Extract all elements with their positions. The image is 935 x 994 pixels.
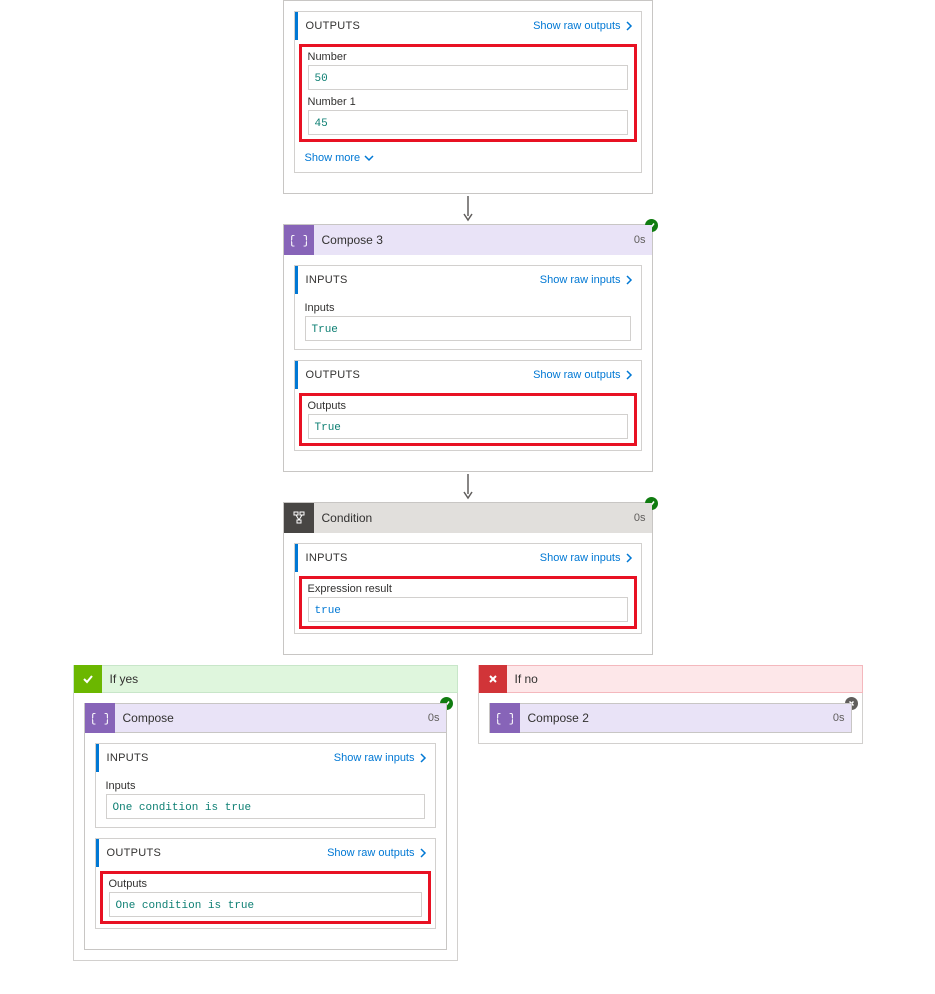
show-raw-outputs-link[interactable]: Show raw outputs	[533, 20, 632, 32]
compose2-card: { } Compose 2 0s	[489, 703, 852, 733]
field-label: Number 1	[308, 96, 628, 108]
action-duration: 0s	[833, 712, 845, 724]
inputs-panel-title: INPUTS	[306, 274, 540, 286]
show-raw-inputs-link[interactable]: Show raw inputs	[540, 274, 633, 286]
svg-text:{ }: { }	[92, 712, 108, 726]
highlighted-region: Expression result true	[299, 576, 637, 629]
inputs-panel-title: INPUTS	[107, 752, 334, 764]
show-raw-outputs-link[interactable]: Show raw outputs	[327, 847, 426, 859]
inputs-panel: INPUTS Show raw inputs Inputs True	[294, 265, 642, 350]
outputs-panel-title: OUTPUTS	[107, 847, 328, 859]
branch-label: If no	[507, 672, 538, 686]
if-no-header[interactable]: If no	[478, 665, 863, 693]
svg-text:{ }: { }	[291, 234, 307, 248]
outputs-panel: OUTPUTS Show raw outputs Number 50 Numbe…	[294, 11, 642, 173]
field-value: One condition is true	[116, 900, 255, 912]
compose-card: { } Compose 0s INPUTS Show raw inputs	[84, 703, 447, 950]
field-value: True	[315, 422, 341, 434]
field-label: Inputs	[305, 302, 631, 314]
field-value: true	[315, 605, 341, 617]
chevron-right-icon	[625, 370, 633, 380]
chevron-right-icon	[625, 275, 633, 285]
field-value: One condition is true	[113, 802, 252, 814]
action-title: Compose 3	[314, 233, 652, 247]
svg-text:{ }: { }	[497, 712, 513, 726]
chevron-down-icon	[364, 154, 374, 162]
chevron-right-icon	[625, 553, 633, 563]
show-raw-inputs-link[interactable]: Show raw inputs	[334, 752, 427, 764]
if-yes-branch: If yes { } Compose 0s INPUTS	[73, 665, 458, 961]
highlighted-region: Number 50 Number 1 45	[299, 44, 637, 142]
compose3-header[interactable]: { } Compose 3 0s	[284, 225, 652, 255]
outputs-panel: OUTPUTS Show raw outputs Outputs One con…	[95, 838, 436, 929]
outputs-panel-title: OUTPUTS	[306, 369, 534, 381]
inputs-panel-title: INPUTS	[306, 552, 540, 564]
show-raw-inputs-link[interactable]: Show raw inputs	[540, 552, 633, 564]
compose-icon: { }	[85, 703, 115, 733]
chevron-right-icon	[419, 848, 427, 858]
field-value: 50	[315, 73, 328, 85]
outputs-panel-title: OUTPUTS	[306, 20, 534, 32]
if-yes-header[interactable]: If yes	[73, 665, 458, 693]
action-title: Compose	[115, 711, 446, 725]
compose-icon: { }	[284, 225, 314, 255]
close-icon	[479, 665, 507, 693]
chevron-right-icon	[419, 753, 427, 763]
inputs-panel: INPUTS Show raw inputs Inputs One condit…	[95, 743, 436, 828]
action-title: Compose 2	[520, 711, 851, 725]
field-label: Number	[308, 51, 628, 63]
field-label: Inputs	[106, 780, 425, 792]
action-duration: 0s	[428, 712, 440, 724]
outputs-panel: OUTPUTS Show raw outputs Outputs True	[294, 360, 642, 451]
show-raw-outputs-link[interactable]: Show raw outputs	[533, 369, 632, 381]
flow-arrow-icon	[283, 194, 653, 224]
chevron-right-icon	[625, 21, 633, 31]
field-label: Expression result	[308, 583, 628, 595]
action-title: Condition	[314, 511, 652, 525]
compose3-card: { } Compose 3 0s INPUTS Show raw inputs …	[283, 224, 653, 472]
field-label: Outputs	[308, 400, 628, 412]
check-icon	[74, 665, 102, 693]
flow-arrow-icon	[283, 472, 653, 502]
condition-header[interactable]: Condition 0s	[284, 503, 652, 533]
field-value: True	[312, 324, 338, 336]
condition-card: Condition 0s INPUTS Show raw inputs Expr…	[283, 502, 653, 655]
highlighted-region: Outputs True	[299, 393, 637, 446]
show-more-link[interactable]: Show more	[305, 148, 375, 164]
compose-icon: { }	[490, 703, 520, 733]
condition-icon	[284, 503, 314, 533]
compose2-header[interactable]: { } Compose 2 0s	[489, 703, 852, 733]
compose-header[interactable]: { } Compose 0s	[84, 703, 447, 733]
inputs-panel: INPUTS Show raw inputs Expression result…	[294, 543, 642, 634]
field-value: 45	[315, 118, 328, 130]
field-label: Outputs	[109, 878, 422, 890]
if-no-branch: If no { } Compose 2 0s	[478, 665, 863, 961]
branch-label: If yes	[102, 672, 139, 686]
action-duration: 0s	[634, 512, 646, 524]
action-duration: 0s	[634, 234, 646, 246]
